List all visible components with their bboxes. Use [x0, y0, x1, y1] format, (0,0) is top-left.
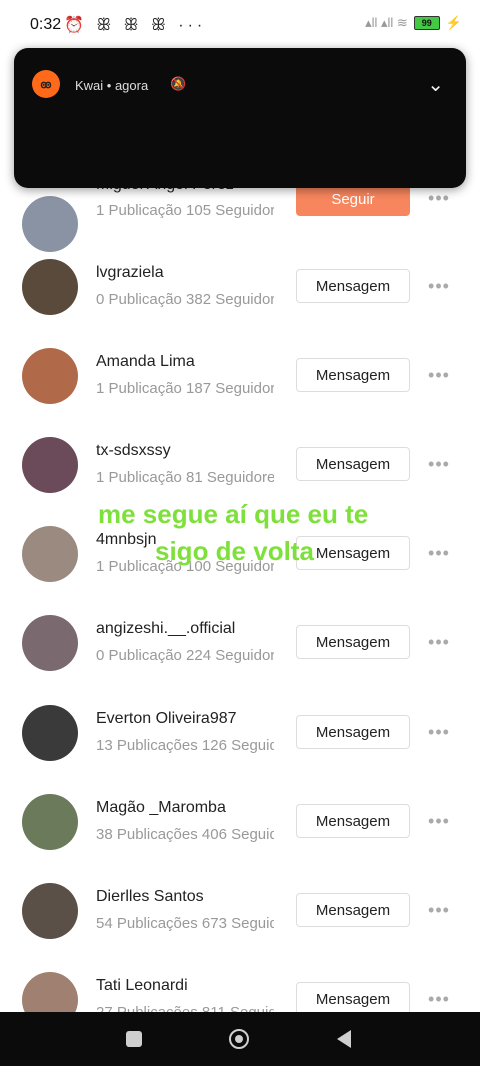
user-stats: 38 Publicações 406 Seguidores: [96, 826, 274, 843]
avatar[interactable]: [22, 705, 78, 761]
caption-overlay-line1: me segue aí que eu te: [98, 499, 369, 529]
message-button[interactable]: Mensagem: [296, 982, 410, 1016]
status-system-icons: ▴ll ▴ll ≋ 99 ⚡: [365, 15, 462, 31]
avatar[interactable]: [22, 196, 78, 252]
more-options-icon[interactable]: •••: [427, 900, 451, 921]
more-options-icon[interactable]: •••: [427, 632, 451, 653]
system-nav-bar: [0, 1012, 480, 1066]
user-name[interactable]: Everton Oliveira987: [96, 710, 237, 728]
status-bar: 0:32 ⏰ ꕥ ꕥ ꕥ ··· ▴ll ▴ll ≋ 99 ⚡: [0, 0, 480, 50]
battery-icon: 99: [413, 16, 440, 30]
avatar[interactable]: [22, 615, 78, 671]
list-item[interactable]: Magão _Maromba 38 Publicações 406 Seguid…: [0, 794, 480, 883]
user-stats: 13 Publicações 126 Seguidores: [96, 737, 274, 754]
message-button[interactable]: Mensagem: [296, 893, 410, 927]
user-name[interactable]: 4mnbsjn: [96, 531, 156, 549]
user-name[interactable]: Amanda Lima: [96, 353, 195, 371]
message-button[interactable]: Mensagem: [296, 447, 410, 481]
user-name[interactable]: angizeshi.__.official: [96, 620, 235, 638]
status-notification-icons: ⏰ ꕥ ꕥ ꕥ ···: [64, 17, 207, 34]
caption-overlay-line2: sigo de volta: [155, 536, 314, 566]
user-name[interactable]: lvgraziela: [96, 264, 164, 282]
message-button[interactable]: Mensagem: [296, 804, 410, 838]
user-stats: 0 Publicação 224 Seguidores: [96, 647, 274, 664]
more-options-icon[interactable]: •••: [427, 365, 451, 386]
back-icon[interactable]: [337, 1030, 351, 1048]
signal-icon: ▴ll ▴ll ≋: [365, 15, 408, 30]
chevron-down-icon[interactable]: ⌄: [427, 72, 444, 97]
avatar[interactable]: [22, 526, 78, 582]
message-button[interactable]: Mensagem: [296, 269, 410, 303]
message-button[interactable]: Mensagem: [296, 358, 410, 392]
notification-banner[interactable]: ꙭ Kwai • agora 🔕 ⌄: [14, 48, 466, 188]
more-options-icon[interactable]: •••: [427, 811, 451, 832]
more-options-icon[interactable]: •••: [427, 989, 451, 1010]
more-options-icon[interactable]: •••: [427, 543, 451, 564]
more-options-icon[interactable]: •••: [427, 276, 451, 297]
message-button[interactable]: Mensagem: [296, 625, 410, 659]
user-name[interactable]: Tati Leonardi: [96, 977, 188, 995]
list-item[interactable]: Everton Oliveira987 13 Publicações 126 S…: [0, 705, 480, 794]
user-name[interactable]: Dierlles Santos: [96, 888, 204, 906]
more-options-icon[interactable]: •••: [427, 188, 451, 209]
kwai-logo-icon: ꙭ: [32, 70, 60, 98]
bell-muted-icon: 🔕: [170, 76, 187, 91]
avatar[interactable]: [22, 794, 78, 850]
user-name[interactable]: Magão _Maromba: [96, 799, 226, 817]
charging-icon: ⚡: [445, 15, 462, 30]
status-time: 0:32: [30, 16, 62, 33]
notification-app-label: Kwai • agora: [75, 78, 149, 93]
more-options-icon[interactable]: •••: [427, 454, 451, 475]
list-item[interactable]: Amanda Lima 1 Publicação 187 Seguidores …: [0, 348, 480, 437]
user-stats: 54 Publicações 673 Seguidores: [96, 915, 274, 932]
list-item[interactable]: angizeshi.__.official 0 Publicação 224 S…: [0, 615, 480, 704]
user-stats: 1 Publicação 105 Seguidores: [96, 202, 274, 219]
list-item[interactable]: lvgraziela 0 Publicação 382 Seguidores M…: [0, 259, 480, 348]
user-stats: 1 Publicação 187 Seguidores: [96, 380, 274, 397]
user-name[interactable]: tx-sdsxssy: [96, 442, 171, 460]
user-stats: 1 Publicação 81 Seguidores: [96, 469, 274, 486]
more-options-icon[interactable]: •••: [427, 722, 451, 743]
avatar[interactable]: [22, 259, 78, 315]
user-stats: 0 Publicação 382 Seguidores: [96, 291, 274, 308]
avatar[interactable]: [22, 883, 78, 939]
recents-icon[interactable]: [126, 1031, 142, 1047]
avatar[interactable]: [22, 437, 78, 493]
avatar[interactable]: [22, 348, 78, 404]
home-icon[interactable]: [229, 1029, 249, 1049]
list-item[interactable]: Dierlles Santos 54 Publicações 673 Segui…: [0, 883, 480, 972]
message-button[interactable]: Mensagem: [296, 715, 410, 749]
